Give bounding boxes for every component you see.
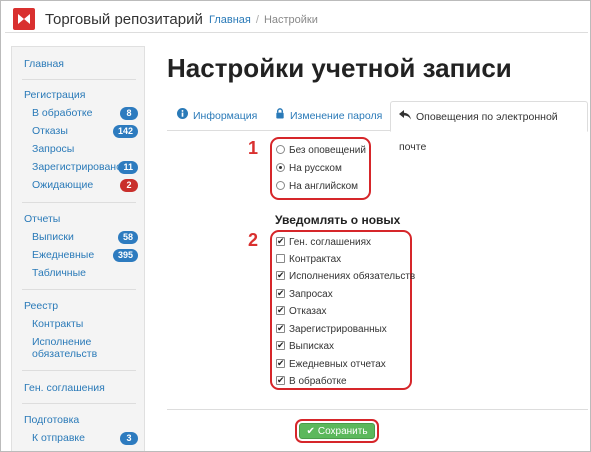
sidebar-item-registration[interactable]: Регистрация <box>24 89 85 101</box>
count-badge: 395 <box>112 249 138 262</box>
save-button-label: Сохранить <box>317 426 368 437</box>
notify-executions[interactable]: Исполнениях обязательств <box>276 269 416 283</box>
sidebar-item-contracts[interactable]: Контракты <box>32 318 83 330</box>
save-button[interactable]: ✔ Сохранить <box>299 423 375 439</box>
language-option-label: На русском <box>289 163 342 174</box>
checkbox-checked[interactable] <box>276 304 285 317</box>
checkbox-checked[interactable] <box>276 357 285 370</box>
sidebar-item-home[interactable]: Главная <box>24 58 64 70</box>
count-badge: 142 <box>112 125 138 138</box>
tab-change-password-label: Изменение пароля <box>290 110 383 122</box>
language-option-label: Без оповещений <box>289 145 366 156</box>
sidebar-item-registry[interactable]: Реестр <box>24 300 58 312</box>
notify-statements[interactable]: Выписках <box>276 339 335 353</box>
language-option-russian[interactable]: На русском <box>276 162 342 175</box>
radio-button[interactable] <box>276 144 285 154</box>
sidebar-divider <box>22 370 136 371</box>
checkbox-checked[interactable] <box>276 269 285 282</box>
divider <box>167 409 588 410</box>
breadcrumb-current: Настройки <box>263 14 318 26</box>
notify-contracts[interactable]: Контрактах <box>276 253 341 266</box>
info-icon <box>177 101 188 131</box>
breadcrumb: Главная / Настройки <box>209 14 318 26</box>
brand-logo-icon[interactable] <box>13 8 35 30</box>
sidebar-item-execution-line1: Исполнение <box>32 336 92 348</box>
sidebar-item-pending[interactable]: Ожидающие <box>32 179 93 191</box>
notify-label: Исполнениях обязательств <box>289 271 416 282</box>
sidebar-item-execution-line2: обязательств <box>32 348 98 360</box>
notify-label: В обработке <box>289 376 347 387</box>
notify-label: Ген. соглашениях <box>289 237 371 248</box>
radio-button-selected[interactable] <box>276 162 285 172</box>
sidebar-divider <box>22 79 136 80</box>
count-badge: 8 <box>120 107 138 120</box>
sidebar-item-registered[interactable]: Зарегистрировано <box>32 161 122 173</box>
sidebar: Главная Регистрация В обработке 8 Отказы… <box>11 46 145 451</box>
top-navbar: Торговый репозитарий Главная / Настройки <box>5 5 588 33</box>
language-option-english[interactable]: На английском <box>276 180 358 193</box>
notify-in-processing[interactable]: В обработке <box>276 374 347 388</box>
sidebar-divider <box>22 202 136 203</box>
sidebar-item-refusals[interactable]: Отказы <box>32 125 68 137</box>
app-title[interactable]: Торговый репозитарий <box>45 11 203 28</box>
alert-count-badge: 2 <box>120 179 138 192</box>
notify-requests[interactable]: Запросах <box>276 287 333 301</box>
sidebar-divider <box>22 403 136 404</box>
sidebar-item-tabular[interactable]: Табличные <box>32 267 86 279</box>
radio-button[interactable] <box>276 180 285 190</box>
checkbox[interactable] <box>276 253 285 263</box>
settings-tabs: Информация Изменение пароля Оповещения п… <box>167 101 588 153</box>
notify-label: Ежедневных отчетах <box>289 359 386 370</box>
language-option-label: На английском <box>289 181 359 192</box>
notify-label: Запросах <box>289 289 333 300</box>
sidebar-item-statements[interactable]: Выписки <box>32 231 74 243</box>
checkbox-checked[interactable] <box>276 322 285 335</box>
notify-heading: Уведомлять о новых <box>275 213 401 227</box>
count-badge: 3 <box>120 432 138 445</box>
sidebar-item-execution[interactable]: Исполнение обязательств <box>32 336 97 360</box>
tab-email-notifications-label: Оповещения по электронной почте <box>399 111 558 154</box>
tab-email-notifications[interactable]: Оповещения по электронной почте <box>390 101 588 153</box>
sidebar-item-to-send[interactable]: К отправке <box>32 432 85 444</box>
sidebar-item-requests[interactable]: Запросы <box>32 143 74 155</box>
tab-information[interactable]: Информация <box>177 101 257 131</box>
highlight-box-save: ✔ Сохранить <box>295 419 379 443</box>
notify-label: Контрактах <box>289 254 342 265</box>
count-badge: 58 <box>117 231 138 244</box>
sidebar-item-in-processing[interactable]: В обработке <box>32 107 92 119</box>
page-title: Настройки учетной записи <box>167 53 512 83</box>
notify-registered[interactable]: Зарегистрированных <box>276 322 387 336</box>
tab-information-label: Информация <box>193 110 258 122</box>
tab-change-password[interactable]: Изменение пароля <box>275 101 382 131</box>
sidebar-item-preparation[interactable]: Подготовка <box>24 414 79 426</box>
reply-arrow-icon <box>399 102 411 132</box>
notify-general-agreements[interactable]: Ген. соглашениях <box>276 235 371 249</box>
lock-icon <box>275 101 285 131</box>
sidebar-item-daily[interactable]: Ежедневные <box>32 249 94 261</box>
notify-refusals[interactable]: Отказах <box>276 304 327 318</box>
checkbox-checked[interactable] <box>276 235 285 248</box>
checkmark-icon: ✔ <box>306 426 315 437</box>
breadcrumb-home-link[interactable]: Главная <box>209 14 251 26</box>
sidebar-item-reports[interactable]: Отчеты <box>24 213 60 225</box>
count-badge: 11 <box>118 161 138 174</box>
breadcrumb-separator: / <box>255 14 259 26</box>
language-option-none[interactable]: Без оповещений <box>276 144 366 157</box>
sidebar-item-general-agreements[interactable]: Ген. соглашения <box>24 382 105 394</box>
annotation-number-2: 2 <box>248 230 259 250</box>
checkbox-checked[interactable] <box>276 374 285 387</box>
notify-label: Отказах <box>289 306 327 317</box>
checkbox-checked[interactable] <box>276 287 285 300</box>
notify-label: Выписках <box>289 341 335 352</box>
notify-daily-reports[interactable]: Ежедневных отчетах <box>276 357 386 371</box>
checkbox-checked[interactable] <box>276 339 285 352</box>
annotation-number-1: 1 <box>248 138 259 158</box>
sidebar-divider <box>22 289 136 290</box>
notify-label: Зарегистрированных <box>289 324 387 335</box>
app-window: Торговый репозитарий Главная / Настройки Г… <box>0 0 591 452</box>
